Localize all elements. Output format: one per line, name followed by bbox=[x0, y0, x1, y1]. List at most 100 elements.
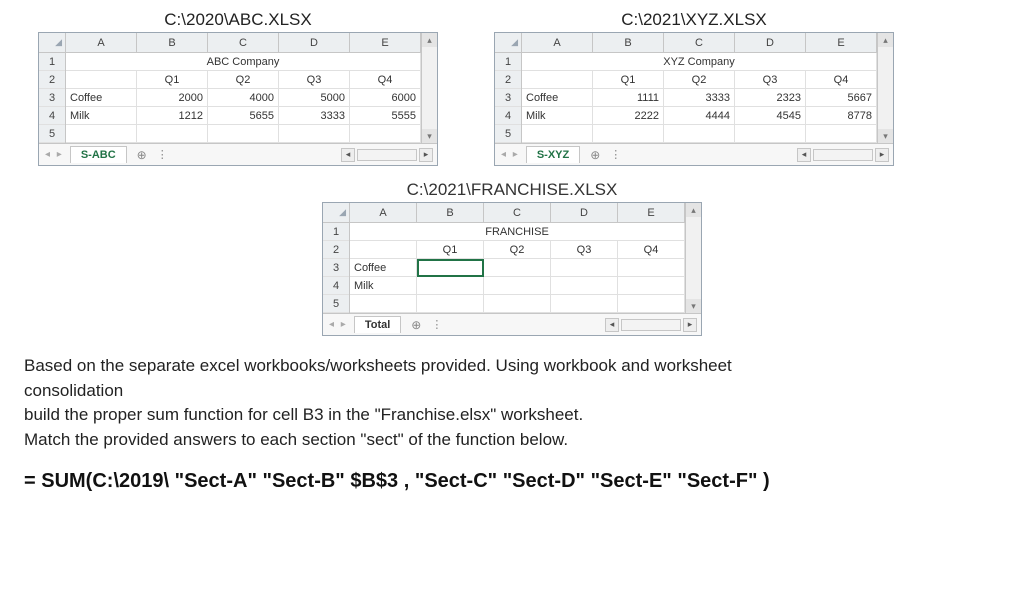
cell[interactable]: 3333 bbox=[664, 89, 735, 107]
cell[interactable]: 2323 bbox=[735, 89, 806, 107]
cell[interactable]: 2222 bbox=[593, 107, 664, 125]
cell[interactable]: 3333 bbox=[279, 107, 350, 125]
col-header[interactable]: C bbox=[664, 33, 735, 53]
cell[interactable]: 1212 bbox=[137, 107, 208, 125]
cell[interactable]: Q2 bbox=[484, 241, 551, 259]
col-header[interactable]: D bbox=[279, 33, 350, 53]
cell[interactable]: Q4 bbox=[806, 71, 877, 89]
vertical-scrollbar[interactable]: ▴ ▾ bbox=[685, 203, 701, 313]
cell[interactable] bbox=[618, 295, 685, 313]
cell[interactable] bbox=[484, 259, 551, 277]
cell[interactable] bbox=[279, 125, 350, 143]
cell[interactable] bbox=[593, 125, 664, 143]
tab-nav-prev-icon[interactable]: ◂ ▸ bbox=[329, 319, 348, 330]
row-header[interactable]: 5 bbox=[39, 125, 65, 143]
horizontal-scrollbar[interactable]: ◂ ▸ bbox=[797, 148, 893, 162]
sheet-tab[interactable]: Total bbox=[354, 316, 401, 333]
cell[interactable]: 4444 bbox=[664, 107, 735, 125]
scroll-left-icon[interactable]: ◂ bbox=[797, 148, 811, 162]
sheet-tab[interactable]: S-ABC bbox=[70, 146, 127, 163]
add-sheet-icon[interactable]: ⊕ bbox=[133, 148, 151, 162]
scroll-right-icon[interactable]: ▸ bbox=[875, 148, 889, 162]
cell[interactable]: 5667 bbox=[806, 89, 877, 107]
row-header[interactable]: 3 bbox=[323, 259, 349, 277]
cell[interactable]: Q3 bbox=[735, 71, 806, 89]
cell[interactable] bbox=[522, 125, 593, 143]
scroll-down-icon[interactable]: ▾ bbox=[878, 129, 893, 143]
cell[interactable] bbox=[350, 295, 417, 313]
tab-menu-icon[interactable]: ⋮ bbox=[431, 318, 442, 331]
cell[interactable] bbox=[551, 277, 618, 295]
cell[interactable]: Coffee bbox=[350, 259, 417, 277]
cell[interactable] bbox=[735, 125, 806, 143]
row-header[interactable]: 4 bbox=[39, 107, 65, 125]
scroll-right-icon[interactable]: ▸ bbox=[683, 318, 697, 332]
row-header[interactable]: 4 bbox=[495, 107, 521, 125]
col-header[interactable]: E bbox=[350, 33, 421, 53]
cell[interactable] bbox=[664, 125, 735, 143]
row-header[interactable]: 4 bbox=[323, 277, 349, 295]
cell[interactable] bbox=[66, 71, 137, 89]
row-header[interactable]: 5 bbox=[495, 125, 521, 143]
cell[interactable]: 5555 bbox=[350, 107, 421, 125]
col-header[interactable]: A bbox=[66, 33, 137, 53]
cell[interactable] bbox=[137, 125, 208, 143]
cell[interactable]: Q4 bbox=[618, 241, 685, 259]
cell[interactable]: 8778 bbox=[806, 107, 877, 125]
vertical-scrollbar[interactable]: ▴ ▾ bbox=[877, 33, 893, 143]
tab-menu-icon[interactable]: ⋮ bbox=[157, 148, 168, 161]
horizontal-scrollbar[interactable]: ◂ ▸ bbox=[605, 318, 701, 332]
col-header[interactable]: B bbox=[417, 203, 484, 223]
select-all-corner[interactable] bbox=[323, 203, 349, 223]
cell[interactable] bbox=[618, 259, 685, 277]
company-title[interactable]: XYZ Company bbox=[522, 53, 877, 71]
scroll-down-icon[interactable]: ▾ bbox=[422, 129, 437, 143]
row-header[interactable]: 2 bbox=[323, 241, 349, 259]
cell[interactable]: Q3 bbox=[279, 71, 350, 89]
scroll-up-icon[interactable]: ▴ bbox=[422, 33, 437, 47]
company-title[interactable]: FRANCHISE bbox=[350, 223, 685, 241]
cell[interactable]: Q1 bbox=[137, 71, 208, 89]
col-header[interactable]: D bbox=[735, 33, 806, 53]
cell[interactable] bbox=[522, 71, 593, 89]
cell[interactable] bbox=[350, 125, 421, 143]
scroll-left-icon[interactable]: ◂ bbox=[341, 148, 355, 162]
horizontal-scrollbar[interactable]: ◂ ▸ bbox=[341, 148, 437, 162]
cell[interactable] bbox=[551, 259, 618, 277]
cell[interactable] bbox=[66, 125, 137, 143]
cell[interactable]: Q2 bbox=[208, 71, 279, 89]
cell[interactable]: 1111 bbox=[593, 89, 664, 107]
cell[interactable] bbox=[350, 241, 417, 259]
col-header[interactable]: E bbox=[618, 203, 685, 223]
cell[interactable]: Milk bbox=[66, 107, 137, 125]
row-header[interactable]: 1 bbox=[323, 223, 349, 241]
tab-nav-prev-icon[interactable]: ◂ ▸ bbox=[501, 149, 520, 160]
row-header[interactable]: 1 bbox=[39, 53, 65, 71]
add-sheet-icon[interactable]: ⊕ bbox=[586, 148, 604, 162]
cell[interactable] bbox=[618, 277, 685, 295]
cell[interactable]: Q2 bbox=[664, 71, 735, 89]
cell[interactable] bbox=[484, 277, 551, 295]
cell[interactable]: Q1 bbox=[593, 71, 664, 89]
scroll-left-icon[interactable]: ◂ bbox=[605, 318, 619, 332]
cell[interactable]: Milk bbox=[350, 277, 417, 295]
col-header[interactable]: A bbox=[522, 33, 593, 53]
col-header[interactable]: D bbox=[551, 203, 618, 223]
col-header[interactable]: A bbox=[350, 203, 417, 223]
select-all-corner[interactable] bbox=[495, 33, 521, 53]
company-title[interactable]: ABC Company bbox=[66, 53, 421, 71]
row-header[interactable]: 3 bbox=[39, 89, 65, 107]
cell[interactable]: 2000 bbox=[137, 89, 208, 107]
cell[interactable]: 5655 bbox=[208, 107, 279, 125]
cell[interactable]: 6000 bbox=[350, 89, 421, 107]
cell[interactable]: Q1 bbox=[417, 241, 484, 259]
scroll-right-icon[interactable]: ▸ bbox=[419, 148, 433, 162]
row-header[interactable]: 2 bbox=[39, 71, 65, 89]
tab-menu-icon[interactable]: ⋮ bbox=[610, 148, 621, 161]
sheet-tab[interactable]: S-XYZ bbox=[526, 146, 580, 163]
scroll-up-icon[interactable]: ▴ bbox=[686, 203, 701, 217]
cell[interactable]: Coffee bbox=[522, 89, 593, 107]
cell[interactable]: 5000 bbox=[279, 89, 350, 107]
col-header[interactable]: B bbox=[593, 33, 664, 53]
row-header[interactable]: 3 bbox=[495, 89, 521, 107]
